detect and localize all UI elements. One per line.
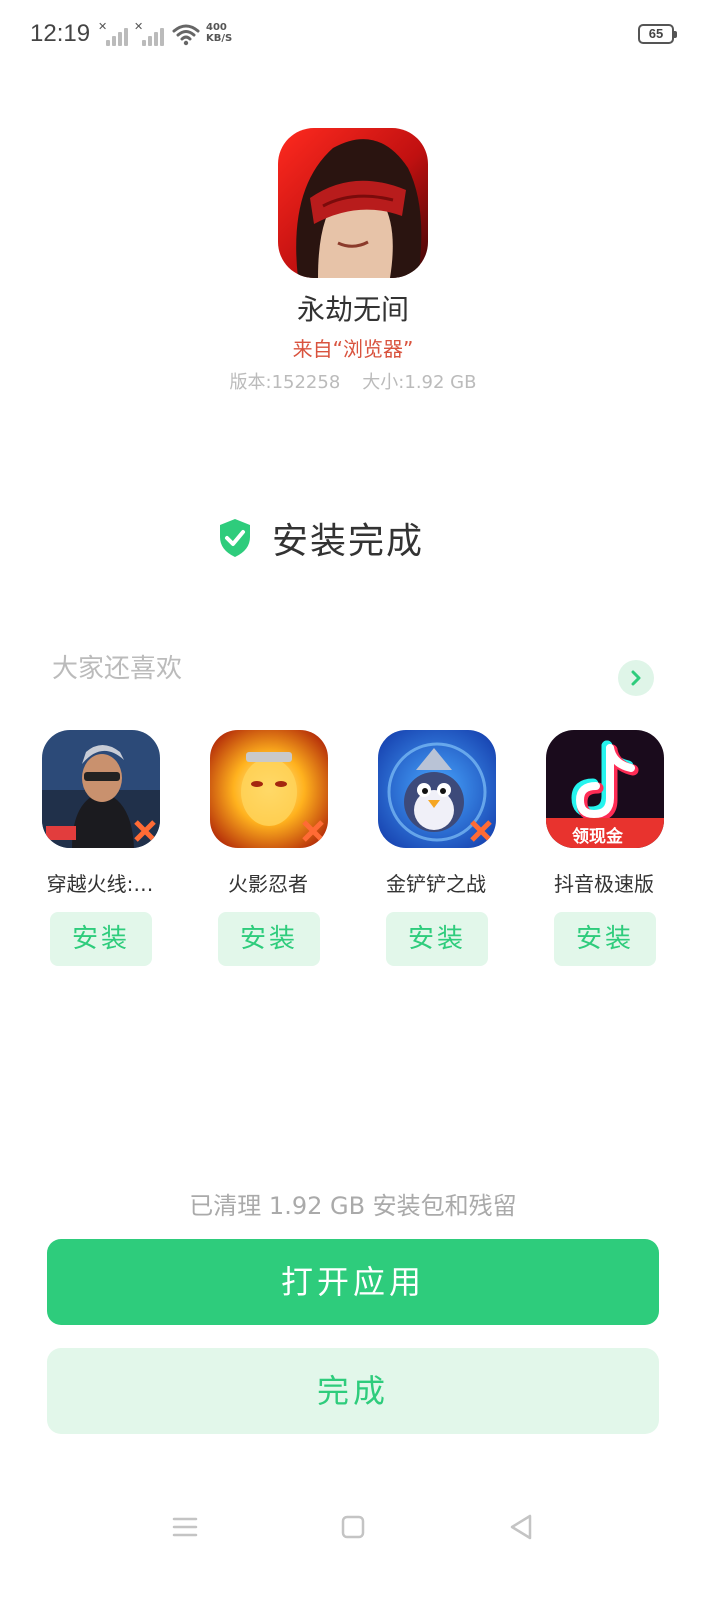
rec-item-install-button[interactable]: 安装 (386, 912, 488, 966)
signal-1-icon: ✕ (98, 20, 128, 46)
status-bar: 12:19 ✕ ✕ 400 KB/S 65 (0, 0, 720, 70)
install-status-text: 安装完成 (272, 521, 425, 562)
rec-item-tft[interactable]: 金铲铲之战 安装 (356, 730, 516, 970)
app-version: 版本:152258 (229, 372, 341, 393)
rec-item-douyin-lite[interactable]: 领现金 抖音极速版 安装 (524, 730, 684, 970)
tft-app-icon[interactable] (378, 730, 496, 848)
rec-item-install-button[interactable]: 安装 (218, 912, 320, 966)
rec-item-install-button[interactable]: 安装 (50, 912, 152, 966)
chevron-right-icon (631, 670, 641, 686)
menu-icon[interactable] (168, 1510, 202, 1544)
recommendations-title: 大家还喜欢 (52, 654, 183, 684)
cleanup-note: 已清理 1.92 GB 安装包和残留 (189, 1192, 517, 1220)
wifi-icon (172, 24, 200, 46)
shield-check-icon (220, 519, 250, 557)
rec-item-install-button[interactable]: 安装 (554, 912, 656, 966)
net-speed-unit: KB/S (206, 33, 233, 44)
app-icon (278, 128, 428, 278)
app-size: 大小:1.92 GB (362, 372, 477, 393)
signal-2-icon: ✕ (134, 20, 164, 46)
app-name: 永劫无间 (296, 293, 409, 326)
net-speed: 400 KB/S (206, 22, 232, 44)
battery-level: 65 (648, 26, 664, 41)
rec-item-name: 金铲铲之战 (386, 872, 486, 896)
crossfire-app-icon[interactable] (42, 730, 160, 848)
rec-item-naruto[interactable]: 火影忍者 安装 (188, 730, 348, 970)
rec-item-name: 穿越火线:… (46, 872, 154, 896)
douyin-badge: 领现金 (572, 827, 623, 847)
douyin-lite-app-icon[interactable]: 领现金 (546, 730, 664, 848)
done-button[interactable]: 完成 (47, 1348, 659, 1434)
app-meta: 版本:152258 大小:1.92 GB (0, 368, 706, 394)
rec-item-crossfire[interactable]: 穿越火线:… 安装 (20, 730, 180, 970)
navigation-bar (0, 1500, 720, 1560)
home-icon[interactable] (336, 1510, 370, 1544)
naruto-app-icon[interactable] (210, 730, 328, 848)
back-icon[interactable] (504, 1510, 538, 1544)
status-time: 12:19 (30, 20, 91, 47)
app-source: 来自“浏览器” (292, 337, 414, 361)
battery-icon: 65 (638, 24, 677, 44)
recommendations-more-button[interactable] (618, 660, 654, 696)
rec-item-name: 火影忍者 (228, 872, 308, 896)
install-status: 安装完成 (218, 512, 424, 564)
open-app-button[interactable]: 打开应用 (47, 1239, 659, 1325)
recommendations-list: 穿越火线:… 安装 火影忍者 安装 金铲铲之战 安装 领现金 抖音极速版 安装 (20, 730, 690, 970)
net-speed-value: 400 (206, 22, 227, 33)
rec-item-name: 抖音极速版 (554, 872, 654, 896)
